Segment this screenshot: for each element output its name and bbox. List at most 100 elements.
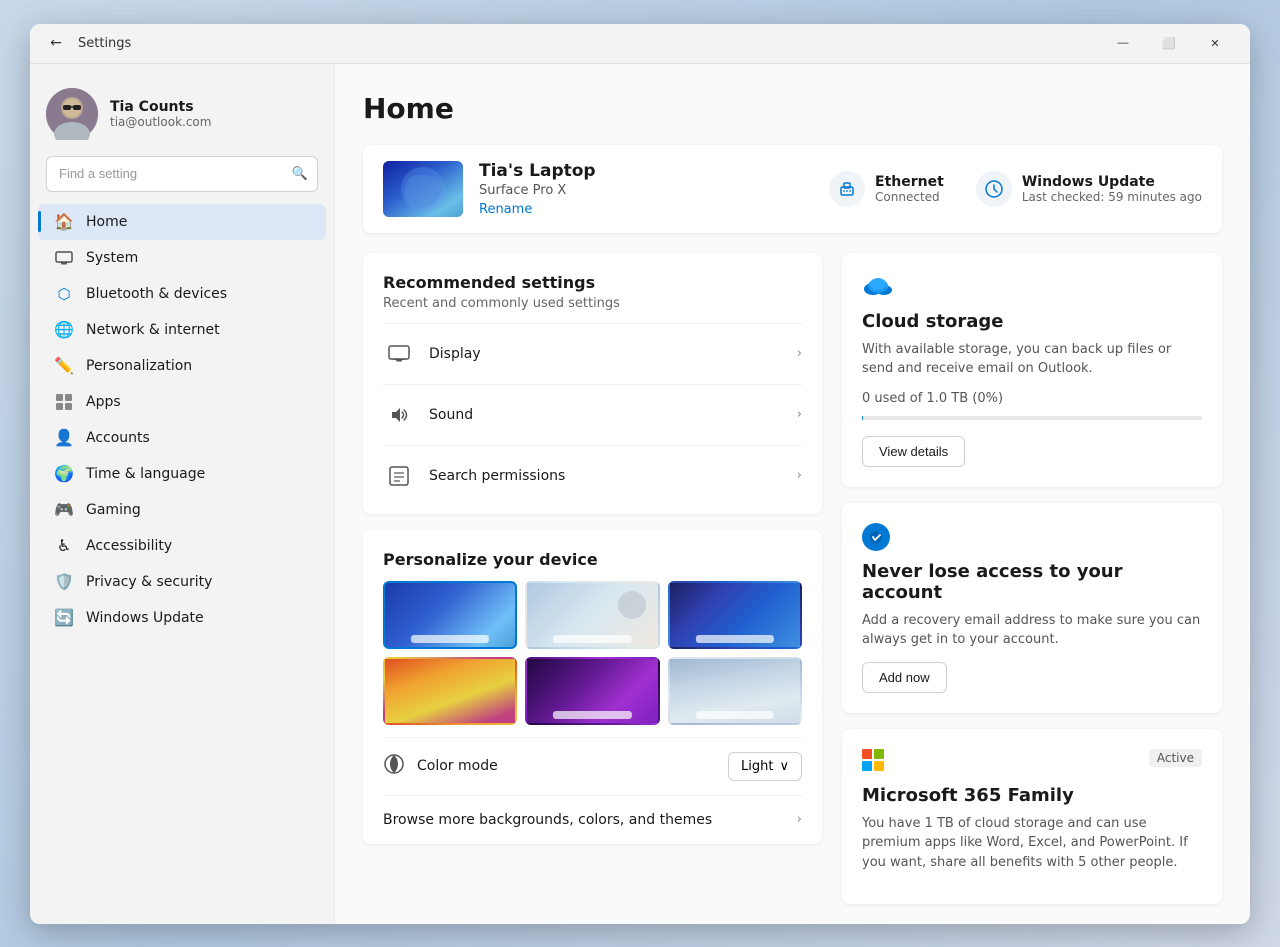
profile-info: Tia Counts tia@outlook.com [110, 99, 211, 129]
storage-used: 0 used of 1.0 TB (0%) [862, 391, 1202, 406]
nav-personalization[interactable]: ✏️ Personalization [38, 348, 326, 384]
active-badge: Active [1149, 749, 1202, 767]
nav-update-label: Windows Update [86, 610, 204, 626]
update-sub: Last checked: 59 minutes ago [1022, 190, 1202, 204]
nav-home-label: Home [86, 214, 127, 230]
bluetooth-icon: ⬡ [54, 284, 74, 304]
back-button[interactable]: ← [42, 29, 70, 57]
m365-card: Active Microsoft 365 Family You have 1 T… [842, 729, 1222, 905]
microsoft-logo [862, 749, 884, 771]
account-security-card: Never lose access to your account Add a … [842, 503, 1222, 713]
nav-privacy[interactable]: 🛡️ Privacy & security [38, 564, 326, 600]
ms-square-1 [862, 749, 872, 759]
account-desc: Add a recovery email address to make sur… [862, 611, 1202, 650]
sidebar: Tia Counts tia@outlook.com 🔍 🏠 Home Syst… [30, 64, 335, 924]
nav-network-label: Network & internet [86, 322, 220, 338]
color-mode-icon [383, 753, 405, 780]
wallpaper-6[interactable] [668, 657, 802, 725]
minimize-button[interactable]: — [1100, 24, 1146, 64]
nav-apps-label: Apps [86, 394, 121, 410]
update-icon: 🔄 [54, 608, 74, 628]
close-button[interactable]: ✕ [1192, 24, 1238, 64]
profile-name: Tia Counts [110, 99, 211, 115]
view-details-button[interactable]: View details [862, 436, 965, 467]
display-label: Display [429, 346, 481, 362]
left-column: Recommended settings Recent and commonly… [363, 253, 822, 905]
device-thumbnail [383, 161, 463, 217]
storage-bar-bg [862, 416, 1202, 420]
window-title: Settings [78, 36, 131, 51]
device-model: Surface Pro X [479, 183, 813, 198]
titlebar: ← Settings — ⬜ ✕ [30, 24, 1250, 64]
nav-bluetooth-label: Bluetooth & devices [86, 286, 227, 302]
display-chevron: › [797, 346, 802, 361]
search-input[interactable] [46, 156, 318, 192]
search-box: 🔍 [46, 156, 318, 192]
ethernet-icon [829, 171, 865, 207]
color-mode-dropdown[interactable]: Light ∨ [728, 752, 802, 781]
add-now-button[interactable]: Add now [862, 662, 947, 693]
avatar [46, 88, 98, 140]
nav-system-label: System [86, 250, 138, 266]
main-area: Home [335, 64, 1250, 924]
browse-themes-label: Browse more backgrounds, colors, and the… [383, 812, 712, 828]
m365-title: Microsoft 365 Family [862, 785, 1202, 806]
accessibility-icon: ♿ [54, 536, 74, 556]
ms-square-3 [862, 761, 872, 771]
device-card: Tia's Laptop Surface Pro X Rename Ethern… [363, 145, 1222, 233]
maximize-button[interactable]: ⬜ [1146, 24, 1192, 64]
right-column: Cloud storage With available storage, yo… [842, 253, 1222, 905]
recommended-settings-card: Recommended settings Recent and commonly… [363, 253, 822, 514]
apps-icon [54, 392, 74, 412]
time-icon: 🌍 [54, 464, 74, 484]
color-mode-value: Light [741, 759, 773, 774]
search-perm-row[interactable]: Search permissions › [383, 445, 802, 506]
ms-square-4 [874, 761, 884, 771]
nav-personalization-label: Personalization [86, 358, 192, 374]
nav-accessibility-label: Accessibility [86, 538, 172, 554]
search-perm-label: Search permissions [429, 468, 565, 484]
device-info: Tia's Laptop Surface Pro X Rename [479, 161, 813, 217]
nav-accounts[interactable]: 👤 Accounts [38, 420, 326, 456]
device-rename-link[interactable]: Rename [479, 202, 813, 217]
gaming-icon: 🎮 [54, 500, 74, 520]
personalization-icon: ✏️ [54, 356, 74, 376]
two-col-layout: Recommended settings Recent and commonly… [363, 253, 1222, 905]
ethernet-sub: Connected [875, 190, 944, 204]
nav-accessibility[interactable]: ♿ Accessibility [38, 528, 326, 564]
home-icon: 🏠 [54, 212, 74, 232]
cloud-storage-card: Cloud storage With available storage, yo… [842, 253, 1222, 487]
personalize-card: Personalize your device [363, 530, 822, 844]
windows-update-status: Windows Update Last checked: 59 minutes … [976, 171, 1202, 207]
display-row[interactable]: Display › [383, 323, 802, 384]
personalize-title: Personalize your device [383, 550, 802, 569]
recommended-title: Recommended settings [383, 273, 802, 292]
wallpaper-5[interactable] [525, 657, 659, 725]
ethernet-label: Ethernet [875, 174, 944, 190]
sound-icon [383, 399, 415, 431]
color-mode-label: Color mode [417, 758, 498, 774]
ms-square-2 [874, 749, 884, 759]
wallpaper-4[interactable] [383, 657, 517, 725]
nav-bluetooth[interactable]: ⬡ Bluetooth & devices [38, 276, 326, 312]
wallpaper-3[interactable] [668, 581, 802, 649]
nav-update[interactable]: 🔄 Windows Update [38, 600, 326, 636]
nav-apps[interactable]: Apps [38, 384, 326, 420]
ethernet-status: Ethernet Connected [829, 171, 944, 207]
recommended-subtitle: Recent and commonly used settings [383, 296, 802, 311]
color-mode-row: Color mode Light ∨ [383, 737, 802, 795]
nav-gaming[interactable]: 🎮 Gaming [38, 492, 326, 528]
settings-window: ← Settings — ⬜ ✕ [30, 24, 1250, 924]
browse-themes-row[interactable]: Browse more backgrounds, colors, and the… [383, 795, 802, 836]
search-perm-icon [383, 460, 415, 492]
device-status-group: Ethernet Connected Windows Update Last c… [829, 171, 1202, 207]
nav-accounts-label: Accounts [86, 430, 150, 446]
wallpaper-1[interactable] [383, 581, 517, 649]
wallpaper-2[interactable] [525, 581, 659, 649]
nav-network[interactable]: 🌐 Network & internet [38, 312, 326, 348]
sound-row[interactable]: Sound › [383, 384, 802, 445]
nav-home[interactable]: 🏠 Home [38, 204, 326, 240]
windows-update-icon [976, 171, 1012, 207]
nav-system[interactable]: System [38, 240, 326, 276]
nav-time[interactable]: 🌍 Time & language [38, 456, 326, 492]
